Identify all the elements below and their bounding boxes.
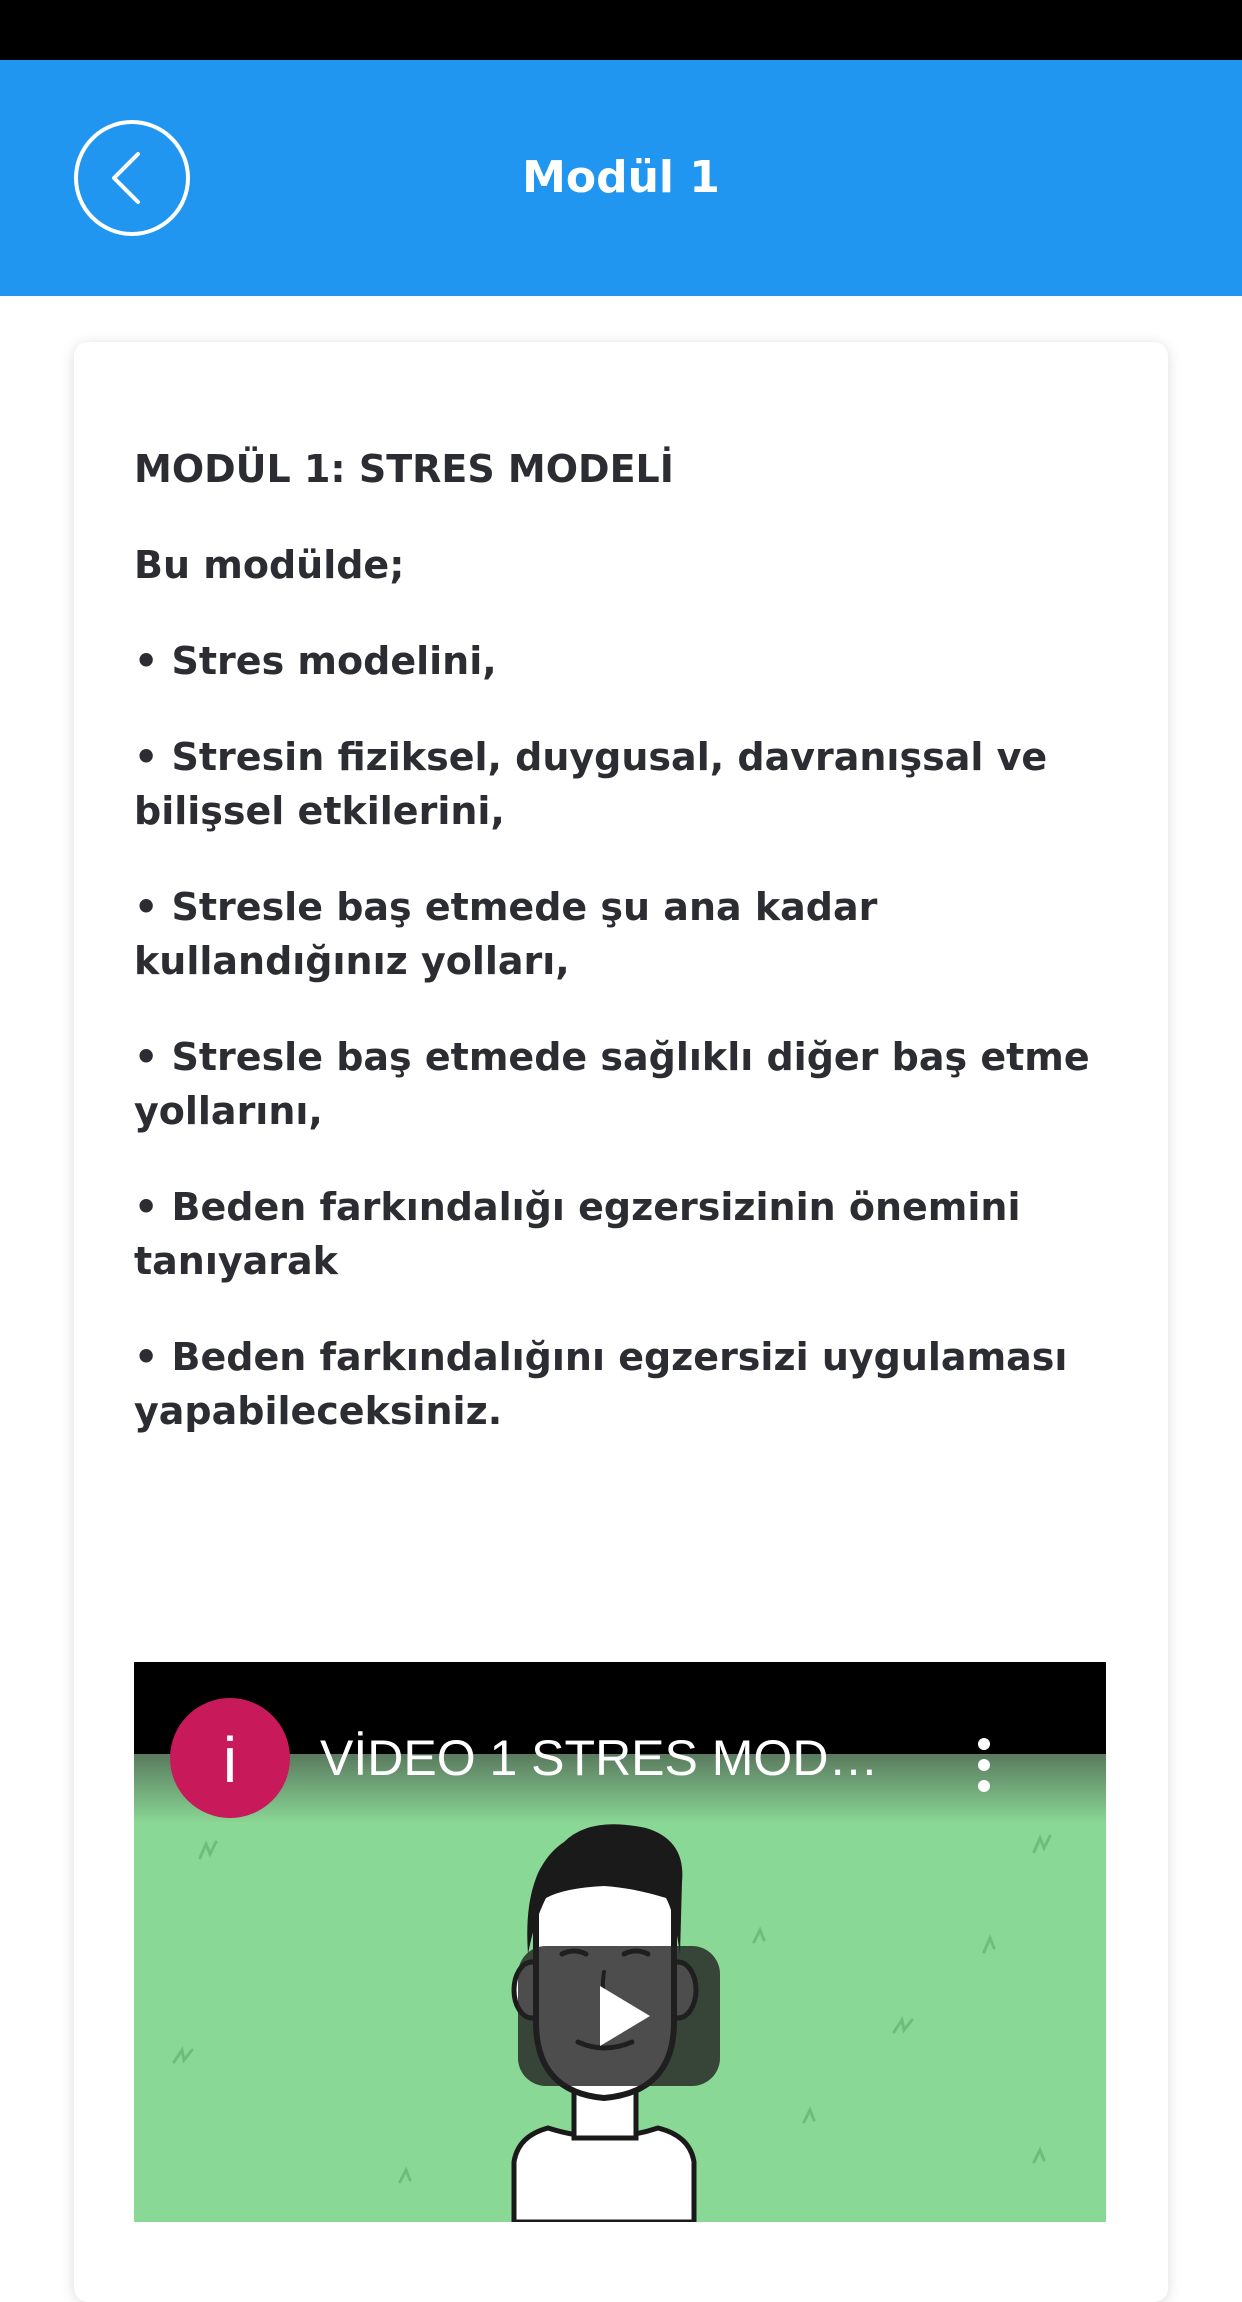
module-content: MODÜL 1: STRES MODELİ Bu modülde; • Stre… [134, 442, 1124, 1480]
svg-text:i: i [223, 1724, 237, 1796]
bullet-item: • Beden farkındalığını egzersizi uygulam… [134, 1335, 1068, 1433]
bullet-item: • Stresle baş etmede sağlıklı diğer baş … [134, 1035, 1090, 1133]
module-intro: Bu modülde; [134, 543, 405, 587]
app-header: Modül 1 [0, 60, 1242, 296]
more-vertical-icon [978, 1738, 990, 1792]
status-bar [0, 0, 1242, 60]
more-options-button[interactable] [954, 1730, 1014, 1800]
channel-avatar[interactable]: i [170, 1698, 290, 1818]
module-card: MODÜL 1: STRES MODELİ Bu modülde; • Stre… [74, 342, 1168, 2302]
page-title: Modül 1 [522, 152, 720, 203]
bullet-item: • Beden farkındalığı egzersizinin önemin… [134, 1185, 1021, 1283]
module-heading: MODÜL 1: STRES MODELİ [134, 447, 674, 491]
video-player[interactable]: i VİDEO 1 STRES MODELİ [134, 1662, 1106, 2222]
bullet-item: • Stresin fiziksel, duygusal, davranışsa… [134, 735, 1048, 833]
video-title[interactable]: VİDEO 1 STRES MODELİ [320, 1726, 900, 1790]
bullet-item: • Stres modelini, [134, 639, 497, 683]
bullet-item: • Stresle baş etmede şu ana kadar kullan… [134, 885, 878, 983]
play-icon [600, 1986, 650, 2046]
play-button[interactable] [518, 1946, 720, 2086]
channel-avatar-letter: i [223, 1724, 237, 1796]
